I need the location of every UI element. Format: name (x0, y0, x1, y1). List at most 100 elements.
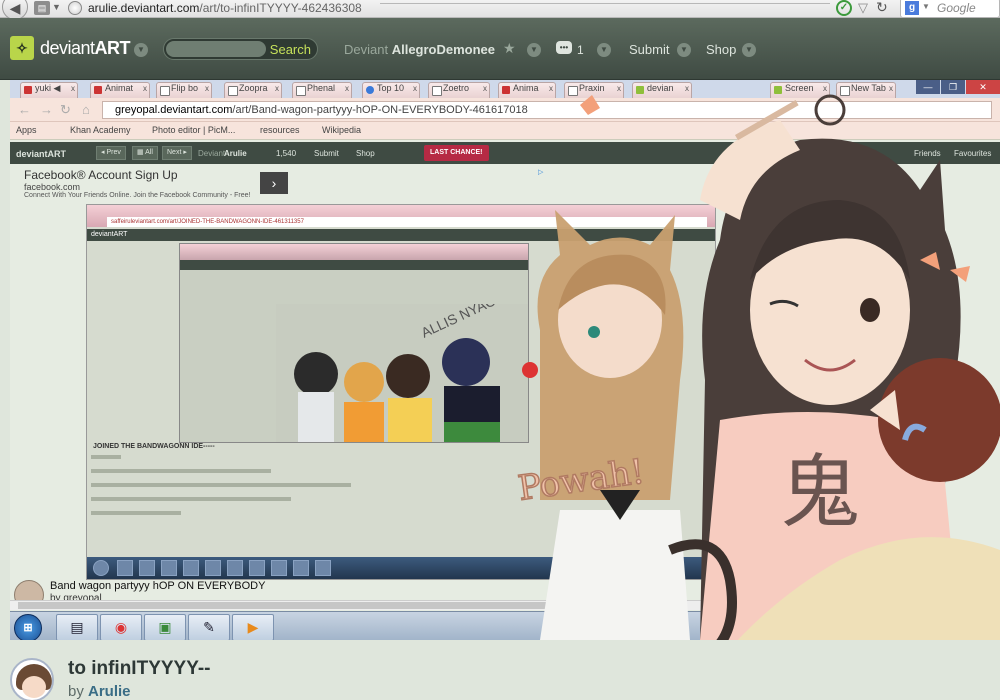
bookmark-star-icon[interactable]: ▽ (858, 0, 868, 16)
inner-tab: yuki ◀ x (20, 82, 78, 98)
tab-label: Praxin (579, 83, 605, 93)
inner-deviation-title: Band wagon partyyy hOP ON EVERYBODY (50, 580, 266, 592)
back-icon: ← (18, 102, 31, 117)
inner-tab: Phenal x (292, 82, 352, 98)
inner-url-path: /art/Band-wagon-partyyy-hOP-ON-EVERYBODY… (232, 104, 528, 116)
bookmark-apps: Apps (16, 125, 37, 135)
inner-da-logo: deviantART (16, 149, 67, 159)
bookmark-photo-editor: Photo editor | PicM... (152, 125, 236, 135)
close-icon: x (889, 84, 893, 93)
inner-submit: Submit (314, 149, 339, 158)
chevron-down-icon[interactable]: ▼ (597, 43, 611, 57)
tab-label: Zoetro (443, 83, 470, 93)
globe-icon (68, 1, 82, 15)
close-icon: x (205, 84, 209, 93)
artwork-image[interactable]: yuki ◀ x Animat x Flip bo x Zoopra x Phenal x… (10, 80, 1000, 640)
inner-tab-strip: yuki ◀ x Animat x Flip bo x Zoopra x Phenal x… (10, 80, 1000, 98)
chrome-icon: ◉ (100, 614, 142, 640)
message-count[interactable]: 1 (577, 43, 584, 57)
inner-tab: Praxin x (564, 82, 624, 98)
chevron-down-icon[interactable]: ▼ (52, 2, 61, 12)
nested-art: ALLIS NYAON (276, 304, 528, 442)
search-engine-box[interactable]: g ▼ Google (900, 0, 1000, 18)
inner-tab: New Tab x (836, 82, 896, 98)
close-icon: x (823, 84, 827, 93)
check-icon[interactable]: ✓ (836, 0, 852, 16)
bookmark-wikipedia: Wikipedia (322, 125, 362, 135)
chevron-down-icon[interactable]: ▼ (742, 43, 756, 57)
inner-tab: Anima x (498, 82, 556, 98)
tab-label: Top 10 (377, 83, 405, 93)
search-field[interactable] (166, 41, 266, 57)
browser-address-bar: ◀ ▤ ▼ arulie.deviantart.com/art/to-infin… (0, 0, 1000, 20)
nested-inner-da (180, 260, 528, 270)
inner-tab: devian x (632, 82, 692, 98)
avatar-face (22, 676, 46, 698)
tab-label: yuki (35, 83, 52, 93)
inner-scroll-thumb (18, 602, 658, 609)
inner-tab: Screen x (770, 82, 830, 98)
inner-shop: Shop (356, 149, 375, 158)
inner-tab: Animat x (90, 82, 150, 98)
avatar[interactable] (10, 658, 54, 700)
chevron-down-icon[interactable]: ▼ (134, 43, 148, 57)
chevron-down-icon[interactable]: ▼ (527, 43, 541, 57)
inner-ad-banner: Facebook® Account Sign Up facebook.com C… (24, 168, 544, 202)
chevron-down-icon[interactable]: ▼ (677, 43, 691, 57)
inner-all-button: ▦ All (132, 146, 158, 160)
close-icon: x (549, 84, 553, 93)
site-header: ✧ deviantART ▼ Search Deviant AllegroDem… (0, 18, 1000, 80)
tab-label: Flip bo (171, 83, 199, 93)
bookmark-khan: Khan Academy (70, 125, 131, 135)
da-logo-icon[interactable]: ✧ (10, 36, 34, 60)
message-icon[interactable]: ••• (556, 41, 572, 54)
tab-label: devian (647, 83, 674, 93)
inner-toolbar: ← → ↻ ⌂ greyopal.deviantart.com/art/Band… (10, 98, 1000, 122)
nested-taskbar (87, 557, 715, 579)
nested-url: saffeiruleviantart.com/art/JOINED-THE-BA… (107, 217, 707, 227)
tab-label: Anima (513, 83, 539, 93)
chevron-right-icon: › (260, 172, 288, 194)
by-prefix: by (68, 683, 84, 700)
page-icon[interactable]: ▤ (34, 1, 50, 15)
minimize-icon: — (916, 80, 940, 94)
pen-icon: ✎ (188, 614, 230, 640)
shop-menu[interactable]: Shop (706, 42, 736, 57)
reload-icon[interactable]: ↻ (876, 0, 888, 16)
submit-menu[interactable]: Submit (629, 42, 669, 57)
search-button[interactable]: Search (270, 42, 311, 57)
nested-title: JOINED THE BANDWAGONN IDE----- (93, 443, 215, 450)
window-controls: — ❐ ✕ (915, 80, 1000, 96)
inner-url-field: greyopal.deviantart.com/art/Band-wagon-p… (102, 101, 992, 119)
close-icon: ✕ (966, 80, 1000, 94)
star-icon: ★ (503, 40, 516, 56)
media-icon: ▶ (232, 614, 274, 640)
close-icon: x (617, 84, 621, 93)
close-icon: x (483, 84, 487, 93)
inner-friends: Friends (914, 149, 941, 158)
nested-da-logo: deviantART (91, 231, 128, 238)
author-line: by Arulie (68, 683, 131, 700)
chevron-down-icon[interactable]: ▼ (922, 2, 930, 11)
start-icon: ⊞ (14, 614, 42, 640)
reload-icon: ↻ (60, 102, 71, 117)
url-field[interactable]: arulie.deviantart.com/art/to-infinITYYYY… (88, 1, 362, 15)
deviant-prefix: Deviant (344, 42, 389, 57)
logo-bold: ART (94, 38, 131, 58)
close-icon: x (143, 84, 147, 93)
back-button[interactable]: ◀ (2, 0, 28, 20)
close-icon: x (71, 84, 75, 93)
tab-label: New Tab (851, 83, 886, 93)
google-icon: g (905, 1, 919, 15)
home-icon: ⌂ (82, 102, 90, 117)
user-menu[interactable]: Deviant AllegroDemonee (344, 42, 495, 57)
inner-url-host: greyopal.deviantart.com (115, 104, 233, 116)
inner-tab: Flip bo x (156, 82, 212, 98)
forward-icon: → (40, 102, 53, 117)
tab-label: Phenal (307, 83, 336, 93)
logo-light: deviant (40, 38, 95, 58)
tab-label: Animat (105, 83, 134, 93)
da-logo[interactable]: deviantART (40, 38, 131, 59)
author-link[interactable]: Arulie (88, 683, 131, 700)
search-input[interactable]: Search (163, 38, 318, 60)
